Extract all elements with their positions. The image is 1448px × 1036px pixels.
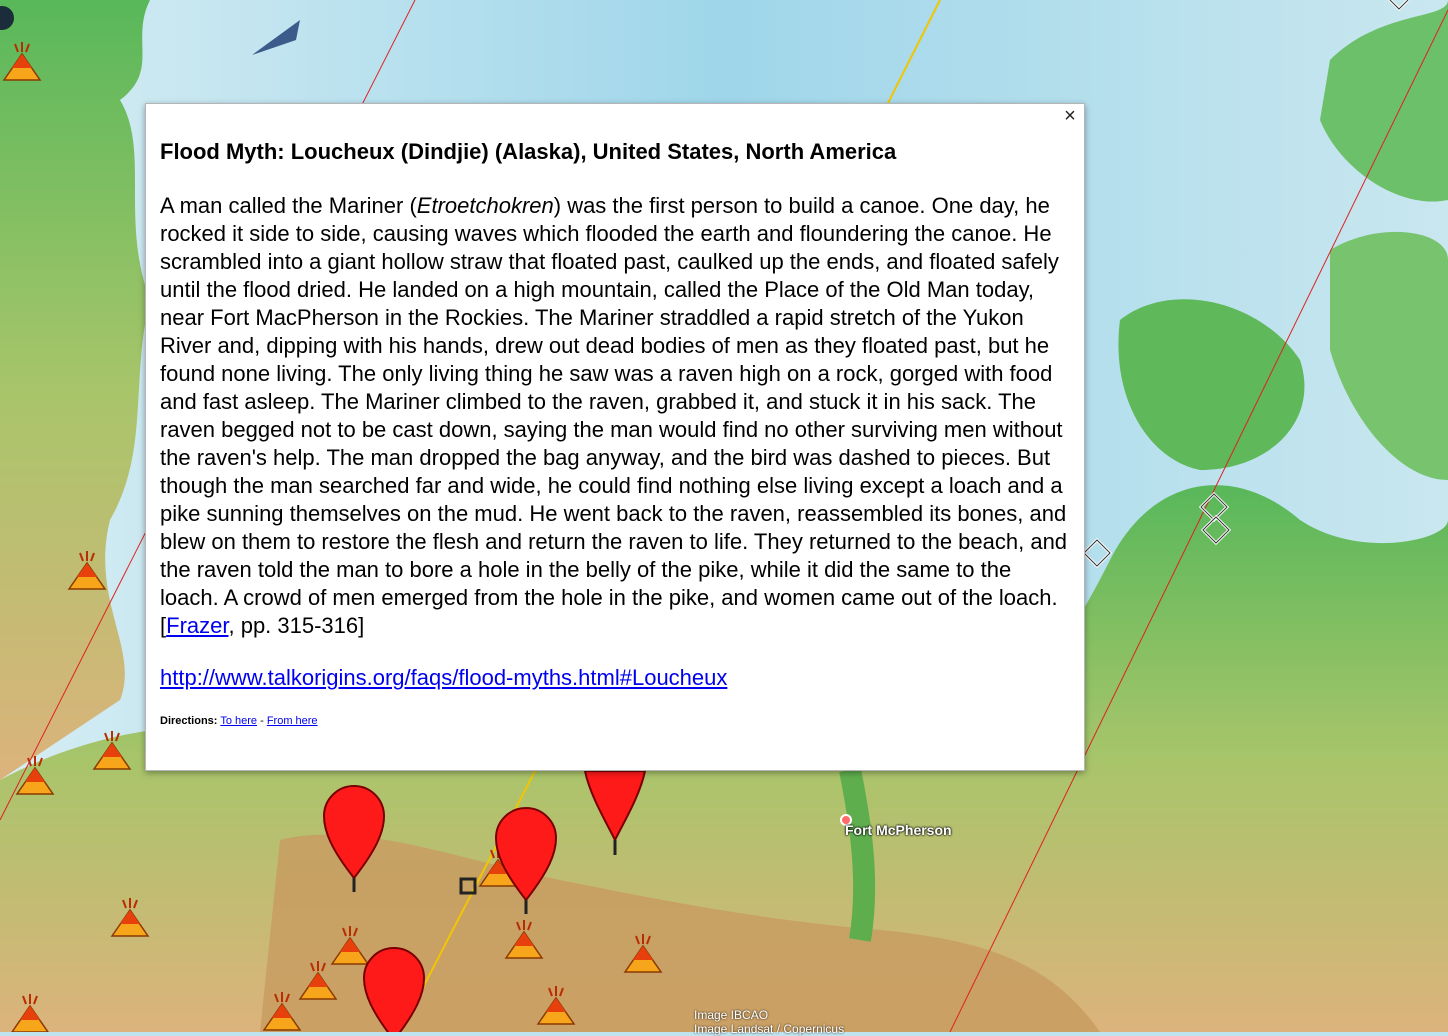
info-balloon: × Flood Myth: Loucheux (Dindjie) (Alaska… — [145, 103, 1085, 771]
description-text-2: ) was the first person to build a canoe.… — [160, 193, 1068, 638]
directions-to-here-link[interactable]: To here — [220, 715, 257, 727]
source-url-link[interactable]: http://www.talkorigins.org/faqs/flood-my… — [160, 664, 1072, 692]
balloon-title: Flood Myth: Loucheux (Dindjie) (Alaska),… — [160, 139, 897, 164]
myth-description: A man called the Mariner (Etroetchokren)… — [160, 192, 1072, 640]
directions-row: Directions: To here - From here — [160, 714, 1072, 728]
directions-separator: - — [257, 715, 267, 727]
citation-link[interactable]: Frazer — [166, 613, 228, 638]
directions-from-here-link[interactable]: From here — [267, 715, 318, 727]
description-text-1: A man called the Mariner ( — [160, 193, 417, 218]
directions-label: Directions: — [160, 715, 218, 727]
attribution-line-1: Image IBCAO — [694, 1008, 769, 1022]
river-delta — [839, 767, 876, 942]
citation-pages: , pp. 315-316] — [228, 613, 365, 638]
description-italic-name: Etroetchokren — [416, 193, 554, 218]
attribution-line-2: Image Landsat / Copernicus — [694, 1022, 845, 1036]
close-icon[interactable]: × — [1060, 106, 1080, 126]
place-label: Fort McPherson — [845, 822, 952, 838]
